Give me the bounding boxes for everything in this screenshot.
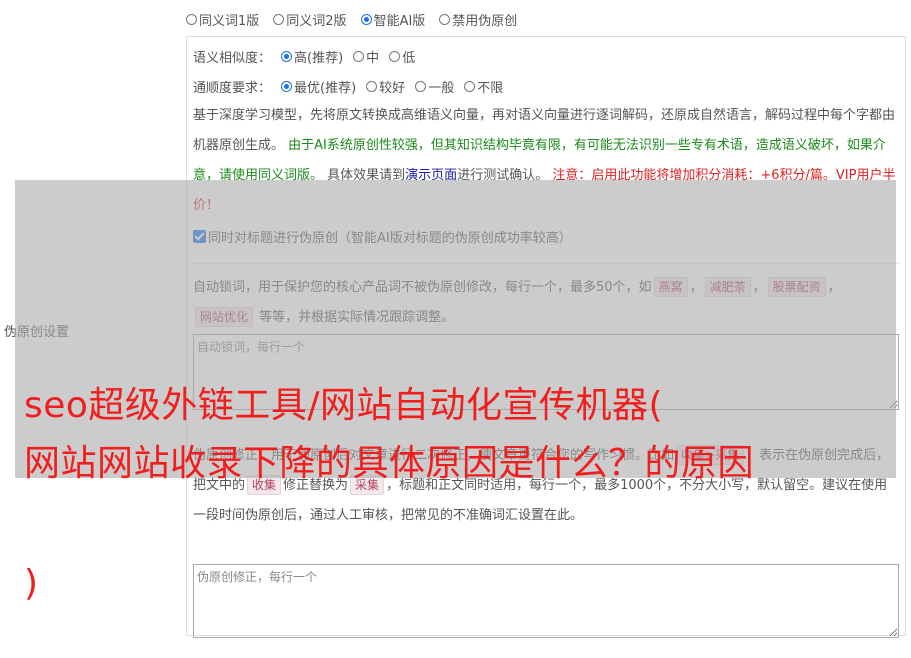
lock-words-text: 等等，并根据实际情况跟踪调整。	[259, 310, 455, 325]
description-text: 进行测试确认。	[457, 168, 549, 183]
similarity-low[interactable]: 低	[389, 47, 415, 66]
example-tag: 减肥茶	[704, 277, 751, 297]
fluency-unlimited[interactable]: 不限	[464, 77, 503, 96]
example-tag: 燕窝	[653, 277, 688, 297]
option-label: 中	[366, 50, 380, 66]
option-label: 高(推荐)	[294, 50, 344, 66]
example-tag: 网站优化	[195, 307, 254, 327]
similarity-row: 语义相似度： 高(推荐) 中 低	[193, 45, 415, 67]
demo-page-link[interactable]: 演示页面	[405, 168, 457, 183]
option-label: 低	[402, 50, 416, 66]
description-text: 具体效果请到	[327, 168, 406, 183]
mode-option-ai[interactable]: 智能AI版	[360, 10, 426, 29]
radio-selected-icon[interactable]	[360, 13, 372, 25]
radio-icon[interactable]	[464, 80, 476, 92]
radio-icon[interactable]	[273, 13, 285, 25]
fluency-best[interactable]: 最优(推荐)	[281, 77, 356, 96]
similarity-label: 语义相似度：	[193, 50, 272, 66]
overlay-title-line: seo超级外链工具/网站自动化宣传机器(	[24, 385, 664, 426]
mode-selector: 同义词1版 同义词2版 智能AI版 禁用伪原创	[186, 8, 517, 30]
overlay-title-line: 网站网站收录下降的具体原因是什么？的原因	[24, 443, 755, 484]
option-label: 一般	[428, 80, 455, 96]
correction-input[interactable]	[193, 564, 899, 638]
radio-icon[interactable]	[353, 50, 365, 62]
fluency-good[interactable]: 较好	[366, 77, 405, 96]
similarity-high[interactable]: 高(推荐)	[281, 47, 343, 66]
mode-option-label: 同义词1版	[199, 13, 260, 29]
radio-icon[interactable]	[439, 13, 451, 25]
title-rewrite-option[interactable]: 同时对标题进行伪原创（智能AI版对标题的伪原创成功率较高）	[193, 227, 572, 246]
mode-option-disable[interactable]: 禁用伪原创	[439, 10, 517, 29]
fluency-row: 通顺度要求： 最优(推荐) 较好 一般 不限	[193, 75, 503, 97]
ai-description: 基于深度学习模型，先将原文转换成高维语义向量，再对语义向量进行逐词解码，还原成自…	[193, 101, 899, 221]
lock-words-text: 自动锁词，用于保护您的核心产品词不被伪原创修改，每行一个，最多50个，如	[193, 280, 652, 295]
mode-option-synonym-2[interactable]: 同义词2版	[273, 10, 347, 29]
fluency-label: 通顺度要求：	[193, 80, 272, 96]
example-tag: 股票配资	[767, 277, 826, 297]
option-label: 较好	[379, 80, 406, 96]
similarity-medium[interactable]: 中	[353, 47, 379, 66]
option-label: 不限	[477, 80, 504, 96]
ai-settings-panel: 语义相似度： 高(推荐) 中 低 通顺度要求： 最优(推荐) 较好 一般 不限 …	[186, 36, 906, 638]
mode-option-synonym-1[interactable]: 同义词1版	[186, 10, 259, 29]
option-label: 最优(推荐)	[294, 80, 357, 96]
mode-option-label: 同义词2版	[286, 13, 347, 29]
title-rewrite-label: 同时对标题进行伪原创（智能AI版对标题的伪原创成功率较高）	[208, 231, 572, 246]
fluency-normal[interactable]: 一般	[415, 77, 454, 96]
overlay-title-line: )	[24, 563, 39, 604]
lock-words-description: 自动锁词，用于保护您的核心产品词不被伪原创修改，每行一个，最多50个，如 燕窝，减…	[193, 273, 899, 333]
radio-icon[interactable]	[186, 13, 197, 25]
radio-icon[interactable]	[389, 50, 401, 62]
radio-selected-icon[interactable]	[281, 50, 293, 62]
mode-option-label: 禁用伪原创	[452, 13, 518, 29]
radio-icon[interactable]	[415, 80, 427, 92]
divider	[193, 263, 899, 264]
section-label: 伪原创设置	[4, 325, 70, 340]
checkbox-checked-icon[interactable]	[193, 230, 206, 243]
mode-option-label: 智能AI版	[373, 13, 426, 29]
radio-icon[interactable]	[366, 80, 378, 92]
radio-selected-icon[interactable]	[281, 80, 293, 92]
